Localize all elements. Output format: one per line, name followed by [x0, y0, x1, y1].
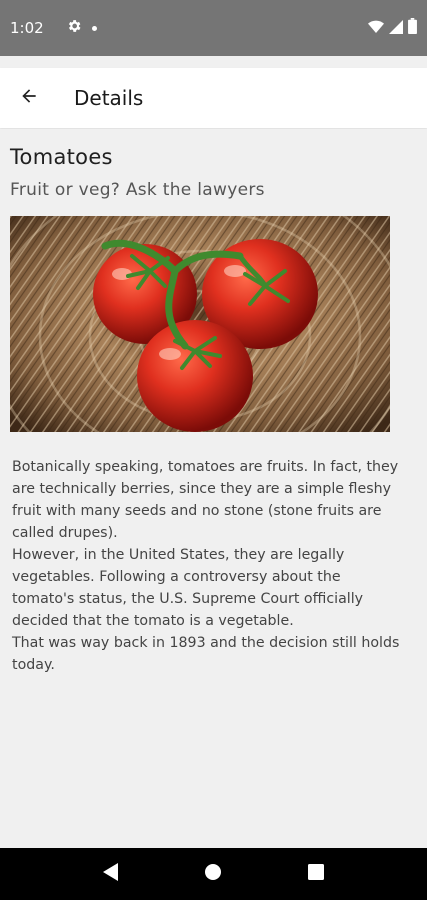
- system-nav-bar: [0, 848, 427, 900]
- details-content: Tomatoes Fruit or veg? Ask the lawyers B…: [0, 129, 427, 848]
- back-triangle-icon: [103, 863, 119, 885]
- dot-icon: [91, 25, 97, 31]
- article-title: Tomatoes: [10, 145, 113, 169]
- arrow-left-icon: [19, 86, 39, 110]
- article-subtitle: Fruit or veg? Ask the lawyers: [10, 180, 265, 200]
- back-button[interactable]: [9, 78, 49, 118]
- status-right: [368, 18, 417, 38]
- status-left: 1:02: [10, 18, 97, 38]
- signal-icon: [389, 19, 403, 38]
- nav-recents-button[interactable]: [296, 854, 336, 894]
- tomatoes-photo: [10, 216, 390, 432]
- status-bar: 1:02: [0, 0, 427, 56]
- page-title: Details: [74, 86, 144, 110]
- article-body: Botanically speaking, tomatoes are fruit…: [12, 459, 400, 673]
- wifi-icon: [368, 19, 384, 38]
- app-bar: Details: [0, 68, 427, 128]
- nav-home-button[interactable]: [193, 854, 233, 894]
- home-circle-icon: [204, 863, 222, 885]
- recents-square-icon: [307, 864, 324, 884]
- gear-icon: [66, 18, 82, 38]
- nav-back-button[interactable]: [91, 854, 131, 894]
- battery-icon: [408, 18, 417, 38]
- status-time: 1:02: [10, 19, 44, 37]
